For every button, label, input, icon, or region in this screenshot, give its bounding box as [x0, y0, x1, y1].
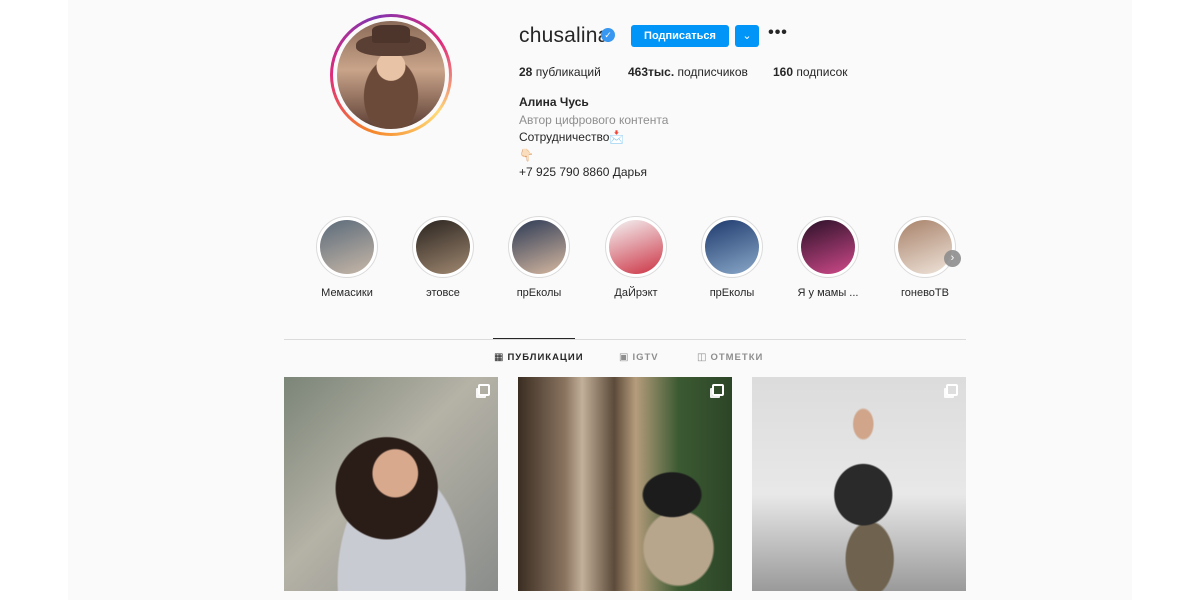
highlight-cover — [797, 216, 859, 278]
followers-count[interactable]: 463тыс. подписчиков — [628, 65, 748, 79]
bio-phone: +7 925 790 8860 Дарья — [519, 165, 647, 179]
carousel-icon — [946, 384, 958, 396]
full-name: Алина Чусь — [519, 95, 589, 109]
carousel-icon — [712, 384, 724, 396]
highlight-image — [512, 220, 566, 274]
tab-igtv[interactable]: ▣ IGTV — [619, 352, 659, 363]
highlight-image — [705, 220, 759, 274]
highlight-label: ДаЙрэкт — [614, 287, 658, 299]
highlight-cover — [894, 216, 956, 278]
highlight-label: Я у мамы ... — [797, 287, 859, 299]
active-tab-indicator — [493, 338, 575, 339]
bio-line: Сотрудничество📩 — [519, 130, 625, 144]
highlight-label: прЕколы — [516, 287, 562, 299]
profile-page: chusalina ✓ Подписаться ⌄ ••• 28 публика… — [68, 0, 1132, 600]
highlight-image — [609, 220, 663, 274]
highlight-item[interactable]: прЕколы — [499, 216, 579, 299]
bio-line: 👇🏻 — [519, 147, 534, 162]
profile-avatar[interactable] — [330, 14, 452, 136]
highlight-cover — [316, 216, 378, 278]
follow-button[interactable]: Подписаться — [631, 25, 729, 47]
carousel-icon — [478, 384, 490, 396]
post-thumbnail[interactable] — [752, 377, 966, 591]
posts-count: 28 публикаций — [519, 65, 601, 79]
profile-bio: Алина Чусь Автор цифрового контента Сотр… — [519, 94, 668, 182]
highlight-label: прЕколы — [709, 287, 755, 299]
tab-posts[interactable]: ▦ ПУБЛИКАЦИИ — [494, 352, 584, 363]
highlight-cover — [412, 216, 474, 278]
tab-tagged[interactable]: ◫ ОТМЕТКИ — [697, 352, 763, 363]
highlight-item[interactable]: этовсе — [403, 216, 483, 299]
username: chusalina — [519, 24, 610, 47]
avatar-photo — [337, 21, 445, 129]
igtv-icon: ▣ — [619, 352, 629, 363]
highlight-label: Мемасики — [321, 287, 373, 299]
highlight-label: этовсе — [426, 287, 460, 299]
grid-icon: ▦ — [494, 352, 504, 363]
tabs-divider — [284, 339, 966, 340]
highlight-image — [801, 220, 855, 274]
account-category: Автор цифрового контента — [519, 112, 669, 127]
highlight-item[interactable]: прЕколы — [692, 216, 772, 299]
suggestions-dropdown-button[interactable]: ⌄ — [735, 25, 759, 47]
highlight-item[interactable]: Я у мамы ... — [788, 216, 868, 299]
highlight-image — [416, 220, 470, 274]
verified-badge-icon: ✓ — [601, 28, 615, 42]
highlight-item[interactable]: Мемасики — [307, 216, 387, 299]
highlight-cover — [605, 216, 667, 278]
following-count[interactable]: 160 подписок — [773, 65, 848, 79]
tagged-icon: ◫ — [697, 352, 707, 363]
post-thumbnail[interactable] — [518, 377, 732, 591]
highlight-image — [320, 220, 374, 274]
post-thumbnail[interactable] — [284, 377, 498, 591]
highlight-item[interactable]: ДаЙрэкт — [596, 216, 676, 299]
highlight-cover — [701, 216, 763, 278]
more-options-icon[interactable]: ••• — [766, 24, 790, 46]
highlight-label: гоневоТВ — [901, 287, 949, 299]
highlight-cover — [508, 216, 570, 278]
highlights-next-arrow-icon[interactable]: › — [944, 250, 961, 267]
highlight-image — [898, 220, 952, 274]
